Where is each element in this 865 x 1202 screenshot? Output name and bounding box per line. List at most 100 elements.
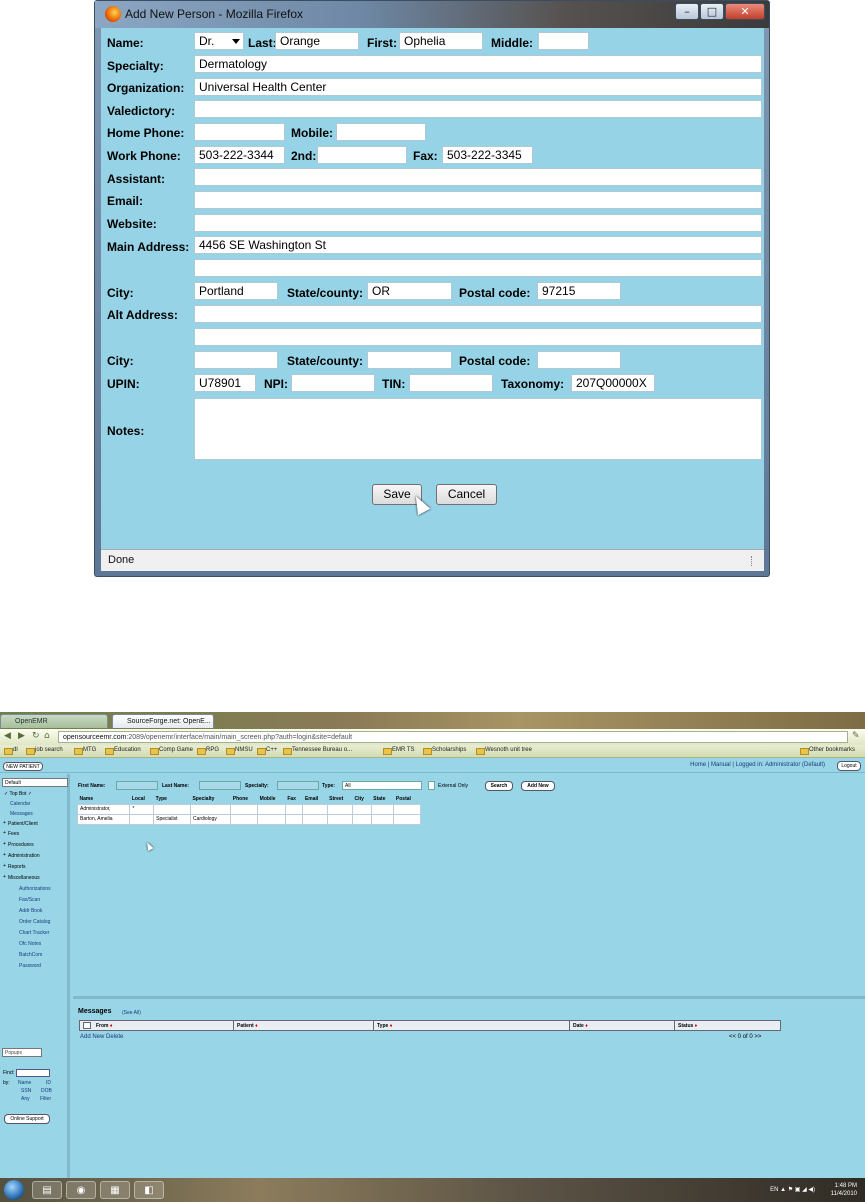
nav-addr-book[interactable]: Addr Book bbox=[19, 908, 42, 914]
last-name-search-input[interactable] bbox=[199, 781, 241, 790]
bookmark-other[interactable]: Other bookmarks bbox=[800, 747, 855, 755]
col-patient[interactable]: Patient ♦ bbox=[237, 1023, 258, 1029]
col-from[interactable]: From ♦ bbox=[96, 1023, 112, 1029]
top-links[interactable]: Home | Manual | Logged in: Administrator… bbox=[690, 762, 825, 768]
bookmark-emr-ts[interactable]: EMR TS bbox=[383, 747, 415, 755]
main-address-input[interactable]: 4456 SE Washington St bbox=[194, 236, 762, 254]
bookmark-comp-game[interactable]: Comp Game bbox=[150, 747, 193, 755]
tab-openemr[interactable]: OpenEMR bbox=[0, 714, 108, 728]
alt-state-input[interactable] bbox=[367, 351, 452, 369]
reload-icon[interactable]: ↻ bbox=[32, 731, 40, 741]
first-name-search-input[interactable] bbox=[116, 781, 158, 790]
col-type[interactable]: Type ♦ bbox=[377, 1023, 392, 1029]
window-titlebar[interactable]: Add New Person - Mozilla Firefox – □ ✕ bbox=[95, 1, 769, 28]
back-icon[interactable]: ◀ bbox=[4, 731, 11, 741]
nav-messages[interactable]: Messages bbox=[10, 811, 33, 817]
upin-input[interactable]: U78901 bbox=[194, 374, 256, 392]
nav-miscellaneous[interactable]: Miscellaneous bbox=[3, 874, 40, 881]
bookmark-dl[interactable]: dl bbox=[4, 747, 18, 755]
logout-button[interactable]: Logout bbox=[837, 761, 861, 771]
explorer-icon[interactable]: ▤ bbox=[32, 1181, 62, 1199]
mobile-input[interactable] bbox=[336, 123, 426, 141]
bookmark-education[interactable]: Education bbox=[105, 747, 141, 755]
work-phone-input[interactable]: 503-222-3344 bbox=[194, 146, 285, 164]
default-select[interactable]: Default bbox=[2, 778, 68, 787]
alt-postal-input[interactable] bbox=[537, 351, 621, 369]
npi-input[interactable] bbox=[291, 374, 375, 392]
nav-fees[interactable]: Fees bbox=[3, 830, 19, 837]
pane-divider[interactable] bbox=[73, 996, 865, 999]
title-select[interactable]: Dr. bbox=[194, 32, 244, 50]
valedictory-input[interactable] bbox=[194, 100, 762, 118]
state-input[interactable]: OR bbox=[367, 282, 452, 300]
nav-administration[interactable]: Administration bbox=[3, 852, 40, 859]
app-icon[interactable]: ▦ bbox=[100, 1181, 130, 1199]
close-button[interactable]: ✕ bbox=[725, 3, 765, 20]
forward-icon[interactable]: ▶ bbox=[18, 731, 25, 741]
bookmark-nmsu[interactable]: NMSU bbox=[226, 747, 253, 755]
find-by-name[interactable]: Name bbox=[18, 1080, 31, 1086]
nav-chart-tracker[interactable]: Chart Tracker bbox=[19, 930, 49, 936]
popups-select[interactable]: Popups bbox=[2, 1048, 42, 1057]
first-name-input[interactable]: Ophelia bbox=[399, 32, 483, 50]
tin-input[interactable] bbox=[409, 374, 493, 392]
system-tray[interactable]: EN ▲ ⚑ ▣ ◢ ◀) bbox=[770, 1186, 815, 1193]
specialty-search-input[interactable] bbox=[277, 781, 319, 790]
nav-calendar[interactable]: Calendar bbox=[10, 801, 30, 807]
find-input[interactable] bbox=[16, 1069, 50, 1077]
cancel-button[interactable]: Cancel bbox=[436, 484, 497, 505]
minimize-button[interactable]: – bbox=[675, 3, 699, 20]
bookmark-tennessee[interactable]: Tennessee Bureau o... bbox=[283, 747, 352, 755]
col-date[interactable]: Date ♦ bbox=[573, 1023, 588, 1029]
bookmark-mtg[interactable]: MTG bbox=[74, 747, 96, 755]
organization-input[interactable]: Universal Health Center bbox=[194, 78, 762, 96]
new-patient-button[interactable]: NEW PATIENT bbox=[3, 762, 43, 771]
nav-order-catalog[interactable]: Order Catalog bbox=[19, 919, 50, 925]
clock[interactable]: 1:48 PM 11/4/2010 bbox=[831, 1182, 857, 1198]
find-by-any[interactable]: Any bbox=[21, 1096, 30, 1102]
nav-fax-scan[interactable]: Fax/Scan bbox=[19, 897, 40, 903]
online-support-button[interactable]: Online Support bbox=[4, 1114, 50, 1124]
external-only-checkbox[interactable] bbox=[428, 781, 435, 790]
bookmark-scholarships[interactable]: Scholarships bbox=[423, 747, 466, 755]
bookmark-job-search[interactable]: job search bbox=[26, 747, 63, 755]
find-by-ssn[interactable]: SSN bbox=[21, 1088, 31, 1094]
chrome-icon[interactable]: ◉ bbox=[66, 1181, 96, 1199]
alt-city-input[interactable] bbox=[194, 351, 278, 369]
middle-name-input[interactable] bbox=[538, 32, 589, 50]
type-select[interactable]: All bbox=[342, 781, 422, 790]
city-input[interactable]: Portland bbox=[194, 282, 278, 300]
specialty-input[interactable]: Dermatology bbox=[194, 55, 762, 73]
find-by-id[interactable]: ID bbox=[46, 1080, 51, 1086]
nav-password[interactable]: Password bbox=[19, 963, 41, 969]
find-filter[interactable]: Filter bbox=[40, 1096, 51, 1102]
col-status[interactable]: Status ♦ bbox=[678, 1023, 697, 1029]
tab-sourceforge[interactable]: SourceForge.net: OpenE... bbox=[112, 714, 214, 728]
alt-address-input[interactable] bbox=[194, 305, 762, 323]
find-by-dob[interactable]: DOB bbox=[41, 1088, 52, 1094]
nav-ofc-notes[interactable]: Ofc Notes bbox=[19, 941, 41, 947]
postal-input[interactable]: 97215 bbox=[537, 282, 621, 300]
nav-authorizations[interactable]: Authorizations bbox=[19, 886, 51, 892]
taxonomy-input[interactable]: 207Q00000X bbox=[571, 374, 655, 392]
wrench-icon[interactable]: ✎ bbox=[852, 731, 860, 741]
maximize-button[interactable]: □ bbox=[700, 3, 724, 20]
add-new-button[interactable]: Add New bbox=[521, 781, 555, 791]
alt-address-line2-input[interactable] bbox=[194, 328, 762, 346]
last-name-input[interactable]: Orange bbox=[275, 32, 359, 50]
second-phone-input[interactable] bbox=[317, 146, 407, 164]
notes-textarea[interactable] bbox=[194, 398, 762, 460]
table-row[interactable]: Administrator, * bbox=[76, 803, 421, 815]
email-input[interactable] bbox=[194, 191, 762, 209]
assistant-input[interactable] bbox=[194, 168, 762, 186]
bookmark-rpg[interactable]: RPG bbox=[197, 747, 219, 755]
url-bar[interactable]: opensourceemr.com:2089/openemr/interface… bbox=[58, 731, 848, 743]
home-icon[interactable]: ⌂ bbox=[44, 731, 50, 741]
resize-grip-icon[interactable] bbox=[751, 556, 761, 566]
nav-patient-client[interactable]: Patient/Client bbox=[3, 820, 38, 827]
bookmark-cpp[interactable]: C++ bbox=[257, 747, 277, 755]
home-phone-input[interactable] bbox=[194, 123, 285, 141]
see-all-link[interactable]: (See All) bbox=[122, 1010, 141, 1016]
website-input[interactable] bbox=[194, 214, 762, 232]
select-all-checkbox[interactable] bbox=[83, 1022, 91, 1029]
